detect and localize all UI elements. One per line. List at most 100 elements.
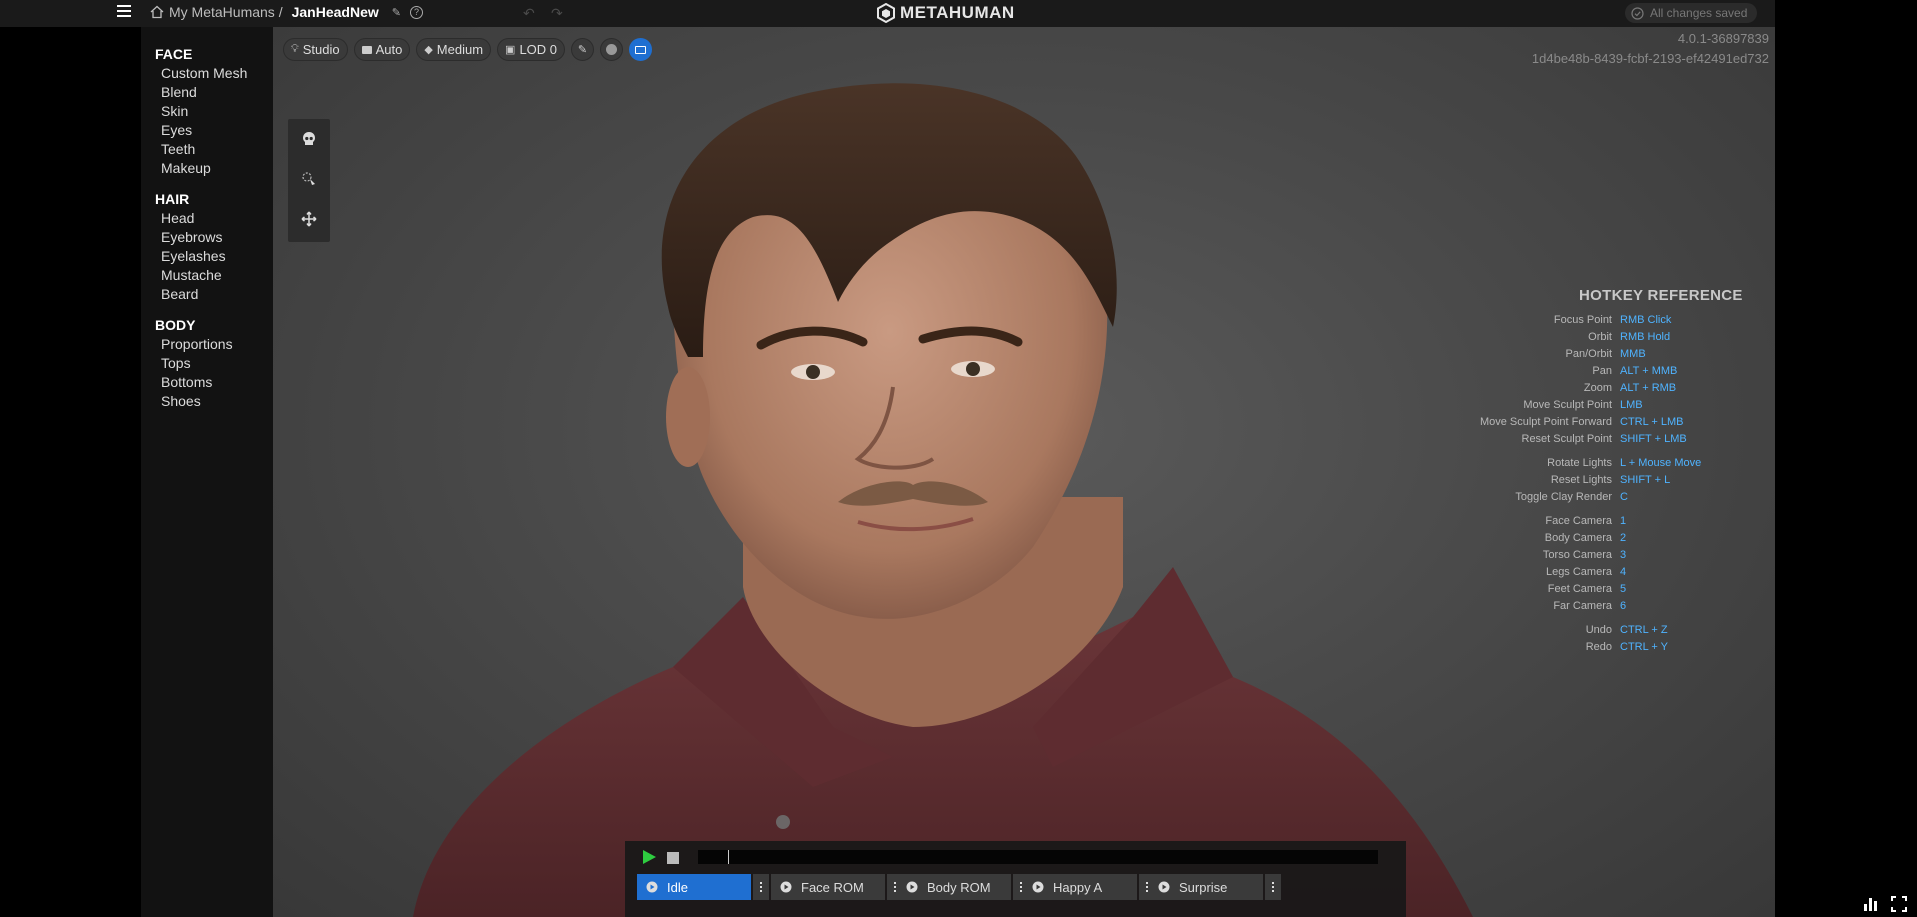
texture-button[interactable]	[600, 38, 624, 61]
camera-mode-label: Auto	[375, 42, 403, 57]
breadcrumb-current: JanHeadNew	[291, 4, 379, 20]
running-figure-icon	[905, 880, 919, 894]
animation-panel: Idle Face ROM Body ROM Happy A Surprise	[625, 841, 1406, 917]
hotkey-action: Feet Camera	[1547, 583, 1612, 595]
section-body: BODY	[155, 317, 196, 333]
hotkey-action: Reset Sculpt Point	[1521, 433, 1613, 445]
sphere-icon	[606, 44, 618, 55]
sidebar-item-blend[interactable]: Blend	[161, 83, 273, 102]
breadcrumb: My MetaHumans / JanHeadNew ✎ ?	[150, 4, 423, 20]
sidebar-item-eyes[interactable]: Eyes	[161, 121, 273, 140]
viewport-tools	[288, 119, 330, 242]
quality-label: Medium	[436, 42, 484, 57]
move-tool-icon[interactable]	[299, 209, 319, 229]
redo-icon[interactable]: ↷	[551, 5, 563, 22]
animation-clip-happy-a[interactable]: Happy A	[1023, 874, 1155, 900]
panel-icon	[635, 45, 647, 54]
hotkey-key: 5	[1620, 583, 1627, 595]
animation-timeline[interactable]	[698, 850, 1378, 864]
stats-icon[interactable]	[1863, 896, 1879, 912]
sidebar-item-bottoms[interactable]: Bottoms	[161, 373, 273, 392]
brush-icon: ✎	[577, 44, 588, 56]
lighting-dropdown[interactable]: 💡︎ Studio	[283, 38, 348, 61]
skull-tool-icon[interactable]	[299, 129, 319, 149]
camera-mode-dropdown[interactable]: Auto	[353, 38, 411, 61]
sidebar-item-beard[interactable]: Beard	[161, 285, 273, 304]
clay-render-button[interactable]: ✎	[571, 38, 595, 61]
hotkey-key: C	[1620, 491, 1628, 503]
background-toggle-button[interactable]	[629, 38, 653, 61]
cube-icon: ▣	[505, 44, 516, 56]
more-options-icon[interactable]	[1265, 874, 1281, 900]
sidebar-item-makeup[interactable]: Makeup	[161, 159, 273, 178]
stop-icon[interactable]	[667, 852, 679, 864]
version-info: 4.0.1-36897839 1d4be48b-8439-fcbf-2193-e…	[1532, 29, 1769, 69]
lightbulb-icon: 💡︎	[291, 43, 299, 55]
breadcrumb-root[interactable]: My MetaHumans /	[169, 4, 283, 20]
hotkey-key: L + Mouse Move	[1620, 457, 1702, 469]
lod-label: LOD 0	[519, 42, 558, 57]
menu-icon[interactable]	[117, 5, 131, 19]
undo-icon[interactable]: ↶	[523, 5, 535, 22]
hotkey-key: 1	[1620, 515, 1627, 527]
sidebar-item-custom-mesh[interactable]: Custom Mesh	[161, 64, 273, 83]
sidebar-item-eyelashes[interactable]: Eyelashes	[161, 247, 273, 266]
build-number: 4.0.1-36897839	[1677, 31, 1769, 46]
hotkey-action: Move Sculpt Point	[1523, 399, 1612, 411]
metahuman-logo-icon	[877, 3, 895, 23]
section-hair: HAIR	[155, 191, 190, 207]
3d-viewport[interactable]: 💡︎ Studio Auto ◆ Medium ▣ LOD 0 ✎ 4.0.1-…	[273, 27, 1775, 917]
metahuman-logo: METAHUMAN	[876, 3, 1015, 23]
logo-text: METAHUMAN	[900, 3, 1015, 22]
timeline-cursor[interactable]	[728, 850, 729, 864]
hotkey-key: CTRL + LMB	[1620, 416, 1684, 428]
animation-clip-label: Face ROM	[801, 879, 864, 895]
hotkey-action: Legs Camera	[1545, 566, 1612, 578]
play-circle-icon	[779, 880, 793, 894]
hotkey-key: LMB	[1620, 399, 1643, 411]
hotkey-action: Toggle Clay Render	[1515, 491, 1612, 503]
hotkey-action: Redo	[1585, 641, 1612, 653]
sidebar-item-head[interactable]: Head	[161, 209, 273, 228]
animation-clip-label: Idle	[667, 879, 688, 895]
quality-dropdown[interactable]: ◆ Medium	[416, 38, 492, 61]
hotkey-action: Undo	[1585, 624, 1612, 636]
animation-clip-label: Happy A	[1053, 879, 1103, 895]
play-circle-icon	[645, 880, 659, 894]
hotkey-key: ALT + MMB	[1620, 365, 1678, 377]
hotkey-action: Torso Camera	[1542, 549, 1612, 561]
more-options-icon[interactable]	[753, 874, 769, 900]
hotkey-action: Focus Point	[1553, 314, 1612, 326]
edit-icon[interactable]: ✎	[392, 6, 401, 19]
sculpt-tool-icon[interactable]	[299, 169, 319, 189]
animation-clip-surprise[interactable]: Surprise	[1149, 874, 1281, 900]
sidebar-item-tops[interactable]: Tops	[161, 354, 273, 373]
hotkey-key: 6	[1620, 600, 1627, 612]
hotkey-action: Pan/Orbit	[1565, 348, 1612, 360]
hotkey-key: ALT + RMB	[1620, 382, 1677, 394]
animation-clip-face-rom[interactable]: Face ROM	[771, 874, 903, 900]
sidebar-item-mustache[interactable]: Mustache	[161, 266, 273, 285]
sidebar-item-shoes[interactable]: Shoes	[161, 392, 273, 411]
play-icon[interactable]	[641, 849, 657, 865]
sidebar-item-skin[interactable]: Skin	[161, 102, 273, 121]
sidebar-item-eyebrows[interactable]: Eyebrows	[161, 228, 273, 247]
hotkey-reference-title: HOTKEY REFERENCE	[1579, 287, 1743, 304]
fullscreen-icon[interactable]	[1891, 896, 1907, 912]
hotkey-action: Body Camera	[1544, 532, 1612, 544]
lighting-label: Studio	[302, 42, 340, 57]
hotkey-action: Zoom	[1583, 382, 1612, 394]
animation-clip-idle[interactable]: Idle	[637, 874, 769, 900]
save-status-text: All changes saved	[1650, 6, 1748, 20]
play-circle-icon	[1031, 880, 1045, 894]
animation-clip-body-rom[interactable]: Body ROM	[897, 874, 1029, 900]
sidebar-item-teeth[interactable]: Teeth	[161, 140, 273, 159]
top-bar: My MetaHumans / JanHeadNew ✎ ? ↶ ↷ METAH…	[0, 0, 1775, 27]
help-icon[interactable]: ?	[409, 5, 423, 19]
check-circle-icon	[1631, 6, 1644, 20]
lod-dropdown[interactable]: ▣ LOD 0	[497, 38, 566, 61]
hotkey-key: CTRL + Y	[1620, 641, 1668, 653]
home-icon[interactable]	[150, 5, 164, 19]
sidebar-item-proportions[interactable]: Proportions	[161, 335, 273, 354]
camera-icon	[361, 45, 372, 54]
